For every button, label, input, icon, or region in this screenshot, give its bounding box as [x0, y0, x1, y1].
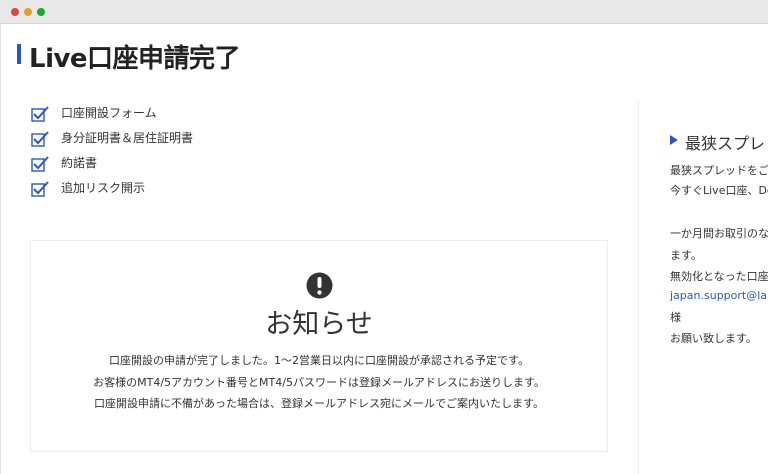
window-titlebar [0, 0, 768, 24]
window-minimize-button[interactable] [24, 8, 32, 16]
sidebar-text-line: 最狭スプレッドをご提 [670, 164, 768, 177]
notice-message-line: 口座開設の申請が完了しました。1〜2営業日以内に口座開設が承認される予定です。 [109, 354, 529, 367]
sidebar-text-line: 今すぐLive口座、De [670, 184, 768, 197]
window-maximize-button[interactable] [37, 8, 45, 16]
checklist-item: 約諾書 [31, 153, 291, 178]
notice-message-line: 口座開設申請に不備があった場合は、登録メールアドレス宛にメールでご案内いたします… [94, 397, 544, 410]
checklist-item: 口座開設フォーム [31, 103, 291, 128]
checkbox-checked-icon [31, 131, 49, 147]
sidebar-text-line: お願い致します。 [670, 332, 757, 345]
sidebar-text-line: 様 [670, 311, 681, 324]
column-divider [638, 100, 639, 474]
checkbox-checked-icon [31, 181, 49, 197]
title-accent-bar [17, 44, 21, 64]
notice-panel: お知らせ 口座開設の申請が完了しました。1〜2営業日以内に口座開設が承認される予… [30, 240, 608, 452]
checklist-item: 追加リスク開示 [31, 178, 291, 203]
sidebar-text-line: ます。 [670, 249, 702, 262]
document-checklist: 口座開設フォーム 身分証明書＆居住証明書 約諾書 追加リスク開示 [31, 103, 291, 203]
sidebar-text-line: 無効化となった口座 [670, 270, 768, 283]
sidebar-heading-text: 最狭スプレッ [685, 134, 768, 153]
window-close-button[interactable] [11, 8, 19, 16]
triangle-right-icon [670, 135, 678, 145]
support-email-link[interactable]: japan.support@lan [670, 289, 768, 302]
checkbox-checked-icon [31, 106, 49, 122]
checklist-item: 身分証明書＆居住証明書 [31, 128, 291, 153]
notice-message-line: お客様のMT4/5アカウント番号とMT4/5パスワードは登録メールアドレスにお送… [93, 376, 545, 389]
promo-sidebar: 最狭スプレッ 最狭スプレッドをご提 今すぐLive口座、De 一か月間お取引のな… [670, 130, 768, 370]
sidebar-text-line: 一か月間お取引のな [670, 227, 768, 240]
checklist-item-label: 約諾書 [61, 156, 98, 170]
exclamation-circle-icon [306, 272, 333, 299]
checkbox-checked-icon [31, 156, 49, 172]
page-title-text: Live口座申請完了 [29, 44, 241, 74]
checklist-item-label: 身分証明書＆居住証明書 [61, 131, 194, 145]
checklist-item-label: 追加リスク開示 [61, 181, 146, 195]
notice-title: お知らせ [265, 309, 373, 340]
checklist-item-label: 口座開設フォーム [61, 106, 157, 120]
